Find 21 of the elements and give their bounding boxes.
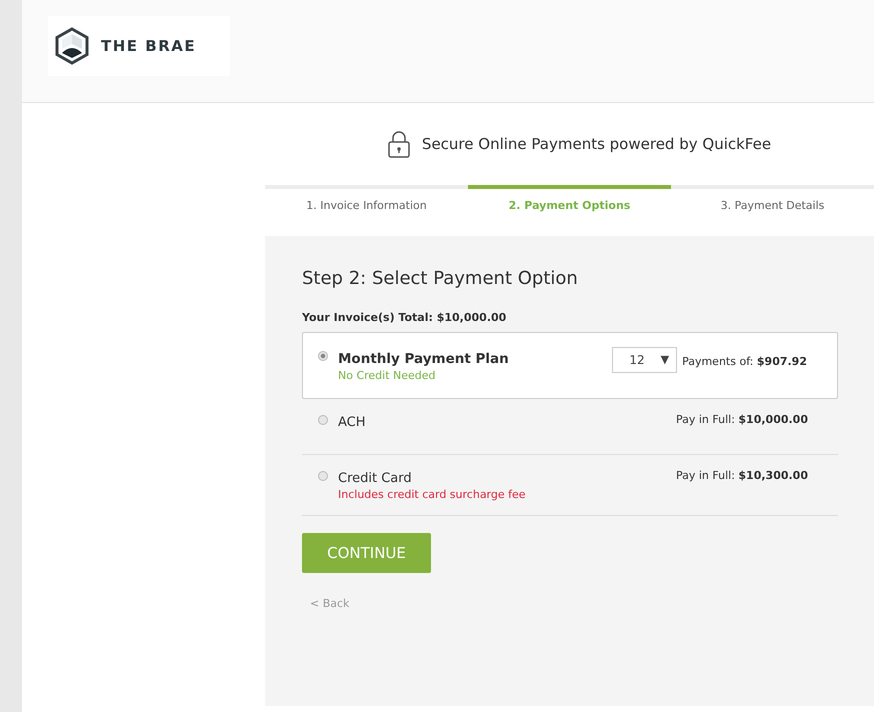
payment-option[interactable]: Credit Card Includes credit card surcharge fee Pay in Full: $10,300.00: [302, 455, 838, 516]
invoice-total: Your Invoice(s) Total: $10,000.00: [302, 311, 508, 324]
option-label: Credit Card: [338, 471, 413, 486]
installments-dropdown[interactable]: 12 ▼: [612, 347, 678, 373]
option-note: Includes credit card surcharge fee: [338, 488, 527, 501]
hexagon-logo-icon: [55, 27, 89, 65]
option-label: ACH: [338, 415, 367, 430]
option-label: Monthly Payment Plan: [338, 351, 510, 367]
option-amount: Pay in Full: $10,000.00: [676, 413, 808, 426]
option-note: No Credit Needed: [338, 369, 437, 382]
option-amount: Payments of: $907.92: [682, 354, 807, 368]
brand-name: THE BRAE: [101, 37, 196, 55]
radio-button[interactable]: [318, 471, 328, 481]
radio-button[interactable]: [318, 415, 328, 425]
step-heading: Step 2: Select Payment Option: [302, 268, 579, 289]
secure-payments-title: Secure Online Payments powered by QuickFee: [422, 135, 772, 153]
payment-option[interactable]: Monthly Payment Plan No Credit Needed 12 ▼ Payments of: $907.92: [302, 332, 838, 399]
padlock-icon: [388, 130, 410, 158]
payment-option[interactable]: ACH Pay in Full: $10,000.00: [302, 399, 838, 455]
radio-button[interactable]: [318, 351, 328, 361]
option-amount: Pay in Full: $10,300.00: [676, 469, 808, 482]
